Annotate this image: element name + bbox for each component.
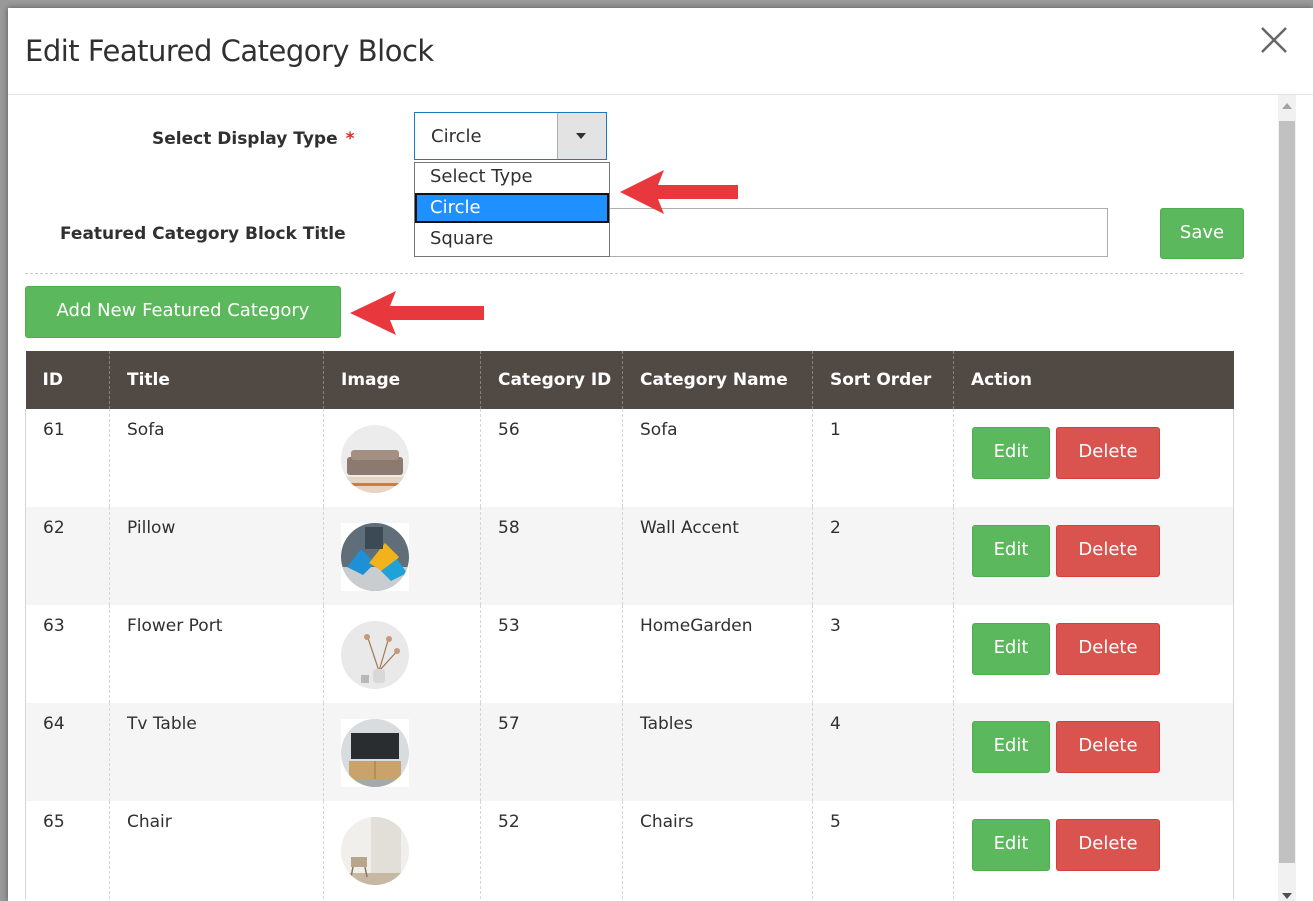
pillow-thumbnail [341, 523, 409, 591]
featured-category-grid: ID Title Image Category ID Category Name… [25, 351, 1234, 899]
display-type-label: Select Display Type * [152, 129, 355, 149]
cell-sort-order: 1 [812, 409, 954, 507]
column-header-title[interactable]: Title [109, 351, 324, 409]
column-header-category-id[interactable]: Category ID [480, 351, 623, 409]
display-type-label-text: Select Display Type [152, 129, 338, 149]
cell-action: Edit Delete [953, 801, 1234, 899]
vertical-scrollbar[interactable] [1278, 95, 1296, 901]
cell-sort-order: 3 [812, 605, 954, 703]
cell-id: 63 [25, 605, 110, 703]
table-row: 65 Chair 52 Chairs 5 Edit Delete [25, 801, 1234, 899]
divider [25, 273, 1243, 274]
cell-image [323, 703, 481, 801]
column-header-category-name[interactable]: Category Name [622, 351, 813, 409]
sofa-thumbnail [341, 425, 409, 493]
required-marker: * [345, 129, 355, 149]
table-row: 62 Pillow 58 Wall Accent 2 Edit Delete [25, 507, 1234, 605]
cell-category-name: HomeGarden [622, 605, 813, 703]
cell-id: 65 [25, 801, 110, 899]
select-toggle[interactable] [557, 113, 606, 159]
edit-button[interactable]: Edit [972, 721, 1050, 773]
cell-title: Tv Table [109, 703, 324, 801]
display-type-dropdown: Select Type Circle Square [414, 162, 610, 257]
option-circle[interactable]: Circle [415, 193, 609, 223]
chair-thumbnail [341, 817, 409, 885]
edit-button[interactable]: Edit [972, 623, 1050, 675]
cell-category-id: 56 [480, 409, 623, 507]
table-row: 61 Sofa 56 Sofa 1 Edit Delete [25, 409, 1234, 507]
save-button[interactable]: Save [1160, 208, 1244, 259]
cell-title: Sofa [109, 409, 324, 507]
tv-table-thumbnail [341, 719, 409, 787]
modal-title: Edit Featured Category Block [25, 34, 434, 68]
cell-id: 62 [25, 507, 110, 605]
delete-button[interactable]: Delete [1056, 427, 1160, 479]
cell-category-id: 52 [480, 801, 623, 899]
cell-action: Edit Delete [953, 703, 1234, 801]
column-header-action: Action [953, 351, 1234, 409]
delete-button[interactable]: Delete [1056, 525, 1160, 577]
cell-sort-order: 2 [812, 507, 954, 605]
cell-title: Flower Port [109, 605, 324, 703]
edit-button[interactable]: Edit [972, 427, 1050, 479]
scroll-down-icon[interactable] [1282, 893, 1292, 899]
cell-image [323, 409, 481, 507]
block-title-label: Featured Category Block Title [60, 224, 346, 244]
cell-category-name: Sofa [622, 409, 813, 507]
column-header-image[interactable]: Image [323, 351, 481, 409]
flower-pot-thumbnail [341, 621, 409, 689]
cell-image [323, 605, 481, 703]
chevron-down-icon [576, 133, 586, 139]
cell-action: Edit Delete [953, 409, 1234, 507]
cell-category-name: Wall Accent [622, 507, 813, 605]
cell-image [323, 801, 481, 899]
cell-action: Edit Delete [953, 605, 1234, 703]
cell-sort-order: 4 [812, 703, 954, 801]
annotation-arrow-icon [620, 170, 738, 214]
table-row: 64 Tv Table 57 Tables 4 Edit Delete [25, 703, 1234, 801]
edit-button[interactable]: Edit [972, 819, 1050, 871]
cell-id: 64 [25, 703, 110, 801]
cell-title: Chair [109, 801, 324, 899]
column-header-id[interactable]: ID [25, 351, 110, 409]
option-select-type[interactable]: Select Type [415, 163, 609, 193]
cell-category-id: 53 [480, 605, 623, 703]
edit-button[interactable]: Edit [972, 525, 1050, 577]
cell-category-id: 57 [480, 703, 623, 801]
scroll-up-icon[interactable] [1282, 103, 1292, 109]
cell-category-name: Tables [622, 703, 813, 801]
add-new-featured-category-button[interactable]: Add New Featured Category [25, 286, 341, 338]
cell-category-name: Chairs [622, 801, 813, 899]
delete-button[interactable]: Delete [1056, 721, 1160, 773]
cell-sort-order: 5 [812, 801, 954, 899]
table-row: 63 Flower Port 53 HomeGarden 3 Edit Dele… [25, 605, 1234, 703]
edit-featured-category-modal: Edit Featured Category Block Select Disp… [8, 8, 1313, 901]
display-type-selected-value: Circle [431, 126, 482, 147]
cell-image [323, 507, 481, 605]
cell-category-id: 58 [480, 507, 623, 605]
modal-header: Edit Featured Category Block [8, 8, 1313, 95]
annotation-arrow-icon [350, 291, 484, 335]
grid-header-row: ID Title Image Category ID Category Name… [25, 351, 1234, 409]
column-header-sort-order[interactable]: Sort Order [812, 351, 954, 409]
cell-title: Pillow [109, 507, 324, 605]
cell-id: 61 [25, 409, 110, 507]
close-icon[interactable] [1256, 22, 1292, 58]
scroll-thumb[interactable] [1279, 121, 1295, 863]
display-type-select[interactable]: Circle [414, 112, 607, 160]
delete-button[interactable]: Delete [1056, 819, 1160, 871]
option-square[interactable]: Square [415, 225, 609, 255]
delete-button[interactable]: Delete [1056, 623, 1160, 675]
cell-action: Edit Delete [953, 507, 1234, 605]
